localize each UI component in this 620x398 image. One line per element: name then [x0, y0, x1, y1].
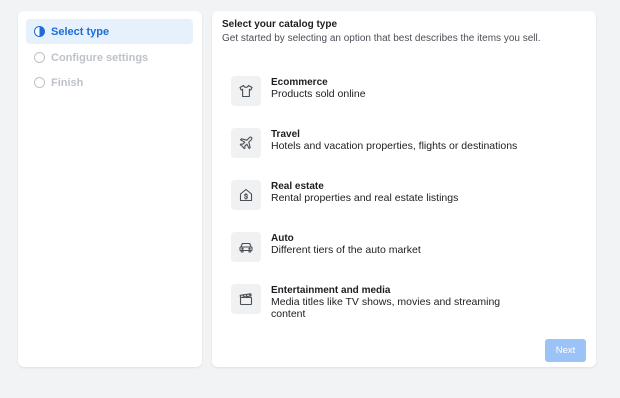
option-auto[interactable]: Auto Different tiers of the auto market — [231, 232, 571, 268]
option-title: Ecommerce — [271, 77, 328, 88]
option-description: Media titles like TV shows, movies and s… — [271, 296, 501, 320]
next-button[interactable]: Next — [545, 339, 586, 362]
house-dollar-icon — [231, 180, 261, 210]
catalog-type-panel: Select your catalog type Get started by … — [212, 11, 596, 367]
half-filled-circle-icon — [34, 26, 45, 37]
step-label: Configure settings — [51, 51, 149, 64]
option-ecommerce[interactable]: Ecommerce Products sold online — [231, 76, 571, 112]
option-title: Real estate — [271, 181, 324, 192]
option-description: Rental properties and real estate listin… — [271, 192, 459, 204]
page-title: Select your catalog type — [222, 19, 338, 30]
option-title: Entertainment and media — [271, 285, 391, 296]
step-label: Select type — [51, 25, 110, 38]
page-subtitle: Get started by selecting an option that … — [222, 33, 541, 44]
clapperboard-icon — [231, 284, 261, 314]
step-configure-settings[interactable]: Configure settings — [26, 45, 193, 70]
empty-circle-icon — [34, 77, 45, 88]
option-title: Auto — [271, 233, 294, 244]
option-real-estate[interactable]: Real estate Rental properties and real e… — [231, 180, 571, 216]
option-description: Products sold online — [271, 88, 366, 100]
step-label: Finish — [51, 76, 84, 89]
tshirt-icon — [231, 76, 261, 106]
option-description: Different tiers of the auto market — [271, 244, 421, 256]
option-description: Hotels and vacation properties, flights … — [271, 140, 518, 152]
airplane-icon — [231, 128, 261, 158]
steps-sidebar: Select type Configure settings Finish — [18, 11, 202, 367]
step-finish[interactable]: Finish — [26, 70, 193, 95]
option-title: Travel — [271, 129, 300, 140]
empty-circle-icon — [34, 52, 45, 63]
option-travel[interactable]: Travel Hotels and vacation properties, f… — [231, 128, 571, 164]
car-icon — [231, 232, 261, 262]
option-entertainment-media[interactable]: Entertainment and media Media titles lik… — [231, 284, 571, 328]
step-select-type[interactable]: Select type — [26, 19, 193, 44]
